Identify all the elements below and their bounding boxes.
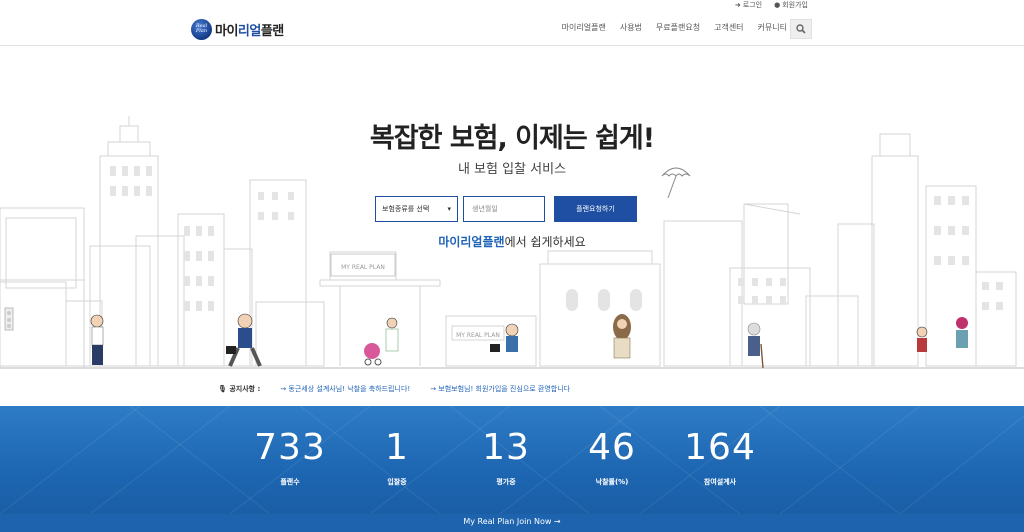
nav-item-free-plan[interactable]: 무료플랜요청 xyxy=(656,22,700,33)
stat-label: 참여설계사 xyxy=(703,478,737,486)
nav-item-community[interactable]: 커뮤니티 xyxy=(758,22,787,33)
notice-item[interactable]: → 동근세상 설계사님! 낙찰을 축하드립니다! xyxy=(280,384,410,394)
header: Real Plan 마이리얼플랜 마이리얼플랜 사용법 무료플랜요청 고객센터 … xyxy=(0,12,1024,46)
caret-down-icon: ▾ xyxy=(447,205,451,213)
nav-item-myrealplan[interactable]: 마이리얼플랜 xyxy=(562,22,606,33)
signup-link[interactable]: ● 회원가입 xyxy=(774,0,808,10)
stat-planners: 164 참여설계사 xyxy=(670,428,770,487)
user-icon: ● xyxy=(774,1,781,9)
businessman-icon xyxy=(226,313,262,367)
stat-value: 733 xyxy=(254,427,326,468)
notice-label: 🎙 공지사항 : xyxy=(218,385,261,393)
child-icon xyxy=(916,326,928,352)
stat-evaluating: 13 평가중 xyxy=(456,428,556,487)
stat-plans: 733 플랜수 xyxy=(240,428,340,487)
microphone-icon: 🎙 xyxy=(218,385,227,393)
stat-value: 13 xyxy=(482,427,530,468)
person-icon xyxy=(90,314,104,365)
stat-value: 1 xyxy=(385,427,409,468)
bus-text: MY REAL PLAN xyxy=(456,332,500,339)
insurance-type-select[interactable]: 보험종류를 선택 ▾ xyxy=(375,196,458,222)
stat-label: 평가중 xyxy=(496,478,516,486)
plan-request-button[interactable]: 플랜요청하기 xyxy=(554,196,637,222)
page-title: 복잡한 보험, 이제는 쉽게! xyxy=(369,123,655,154)
search-button[interactable] xyxy=(790,19,812,39)
nav-item-howto[interactable]: 사용법 xyxy=(620,22,642,33)
logo-name: 마이리얼플랜 xyxy=(215,23,284,39)
woman-icon xyxy=(613,314,631,359)
sign-text: MY REAL PLAN xyxy=(341,264,385,271)
plan-request-form: 보험종류를 선택 ▾ 생년월일 플랜요청하기 xyxy=(375,196,637,222)
tagline: 마이리얼플랜에서 쉽게하세요 xyxy=(438,235,586,249)
join-now-link[interactable]: My Real Plan Join Now → xyxy=(0,514,1024,532)
birthdate-input[interactable]: 생년월일 xyxy=(463,196,545,222)
login-link[interactable]: ➜ 로그인 xyxy=(735,0,762,10)
page: ➜ 로그인 ● 회원가입 Real Plan 마이리얼플랜 마이리얼플랜 사용법 무… xyxy=(0,0,1024,532)
stat-label: 입찰중 xyxy=(387,478,407,486)
logo[interactable]: Real Plan 마이리얼플랜 xyxy=(191,18,284,40)
stat-value: 164 xyxy=(684,427,756,468)
stat-bidding: 1 입찰중 xyxy=(347,428,447,487)
stat-label: 플랜수 xyxy=(280,478,300,486)
elder-icon xyxy=(747,322,764,369)
main-nav: 마이리얼플랜 사용법 무료플랜요청 고객센터 커뮤니티 xyxy=(562,22,787,33)
city-illustration: MY REAL PLAN MY REAL PLAN xyxy=(0,116,1024,369)
notice-bar: 🎙 공지사항 : → 동근세상 설계사님! 낙찰을 축하드립니다! → 보험보험… xyxy=(218,384,570,394)
page-subtitle: 내 보험 입찰 서비스 xyxy=(457,162,567,177)
stat-win-rate: 46 낙찰률(%) xyxy=(562,428,662,487)
notice-item[interactable]: → 보험보험님! 회원가입을 진심으로 환영합니다 xyxy=(430,384,570,394)
stroller-icon xyxy=(364,317,399,366)
nav-item-support[interactable]: 고객센터 xyxy=(714,22,743,33)
stat-label: 낙찰률(%) xyxy=(595,478,629,486)
utility-bar: ➜ 로그인 ● 회원가입 xyxy=(0,0,1024,12)
search-icon xyxy=(796,24,806,34)
hero: MY REAL PLAN MY REAL PLAN 복잡한 보험, 이제는 쉽게… xyxy=(0,46,1024,406)
stats-band: 733 플랜수 1 입찰중 13 평가중 46 낙찰률(%) 164 참여설계사 xyxy=(0,406,1024,514)
login-icon: ➜ xyxy=(734,1,741,9)
logo-badge-icon: Real Plan xyxy=(191,18,212,40)
stat-value: 46 xyxy=(588,427,636,468)
girl-icon xyxy=(956,317,968,348)
